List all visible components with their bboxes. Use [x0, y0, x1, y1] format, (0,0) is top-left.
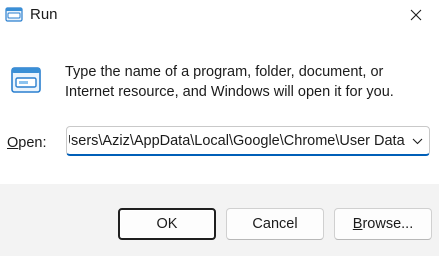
run-dialog-icon	[11, 67, 41, 93]
cancel-button[interactable]: Cancel	[226, 208, 324, 240]
close-icon	[410, 9, 422, 21]
browse-button[interactable]: Browse...	[334, 208, 432, 240]
run-dialog: Run Type the name of a program, folder, …	[0, 0, 439, 256]
dialog-content: Type the name of a program, folder, docu…	[0, 30, 439, 184]
instructions-line-2: Internet resource, and Windows will open…	[65, 84, 394, 100]
instructions-line-1: Type the name of a program, folder, docu…	[65, 64, 384, 80]
window-title: Run	[30, 6, 58, 23]
chevron-down-icon	[412, 138, 422, 144]
ok-button[interactable]: OK	[118, 208, 216, 240]
open-label: Open:	[7, 135, 47, 151]
instructions-text: Type the name of a program, folder, docu…	[65, 62, 425, 102]
title-bar: Run	[0, 0, 439, 30]
dropdown-button[interactable]	[405, 127, 429, 154]
open-combobox[interactable]	[66, 126, 430, 156]
close-button[interactable]	[393, 0, 439, 30]
run-dialog-icon	[5, 7, 23, 22]
button-bar: OK Cancel Browse...	[0, 184, 439, 256]
open-input[interactable]	[67, 127, 405, 154]
